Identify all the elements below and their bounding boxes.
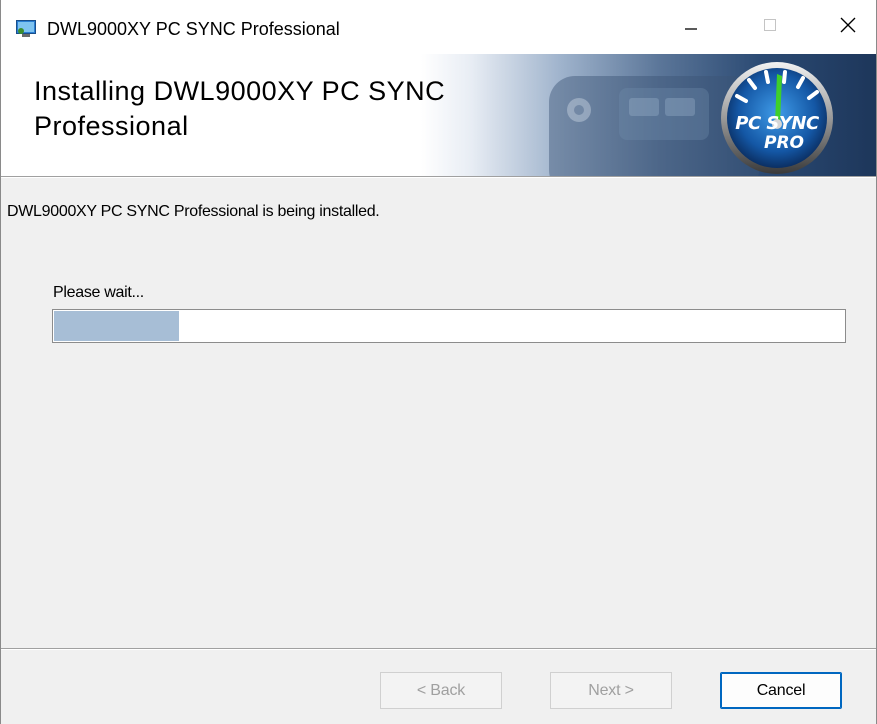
window-title: DWL9000XY PC SYNC Professional bbox=[47, 19, 340, 39]
progress-bar-fill bbox=[54, 311, 179, 341]
close-icon bbox=[838, 15, 858, 40]
footer-divider-highlight bbox=[1, 649, 876, 650]
title-bar[interactable]: DWL9000XY PC SYNC Professional bbox=[1, 0, 876, 54]
cancel-button[interactable]: Cancel bbox=[720, 672, 842, 709]
maximize-icon bbox=[760, 15, 780, 40]
logo-line-2: PRO bbox=[763, 133, 804, 153]
maximize-button bbox=[741, 0, 799, 54]
install-status-text: DWL9000XY PC SYNC Professional is being … bbox=[7, 203, 380, 220]
banner-divider-highlight bbox=[1, 177, 876, 178]
close-button[interactable] bbox=[819, 0, 876, 54]
minimize-icon bbox=[681, 15, 701, 40]
logo-line-1: PC SYNC bbox=[735, 113, 819, 134]
installer-window: DWL9000XY PC SYNC Professional PC SYNC P… bbox=[0, 0, 877, 724]
pc-sync-pro-logo: PC SYNC PRO bbox=[727, 114, 827, 153]
installer-app-icon bbox=[16, 20, 36, 38]
next-button: Next > bbox=[550, 672, 672, 709]
page-title: Installing DWL9000XY PC SYNC Professiona… bbox=[34, 76, 446, 141]
install-progress-bar bbox=[52, 309, 846, 343]
progress-label: Please wait... bbox=[53, 284, 144, 301]
header-banner: PC SYNC PRO Installing DWL9000XY PC SYNC… bbox=[1, 54, 876, 176]
minimize-button[interactable] bbox=[662, 0, 720, 54]
back-button: < Back bbox=[380, 672, 502, 709]
